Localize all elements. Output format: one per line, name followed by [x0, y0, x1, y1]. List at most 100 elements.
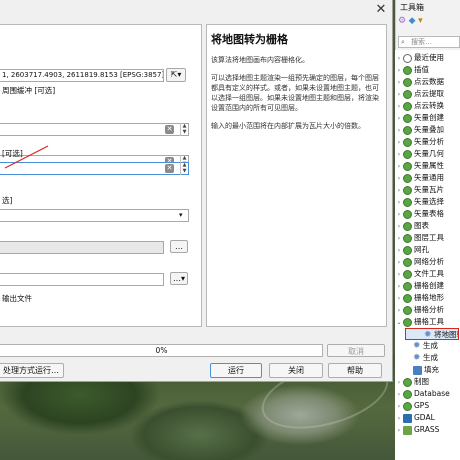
buffer-input[interactable]	[0, 123, 189, 136]
help-button[interactable]: 帮助	[328, 363, 382, 378]
toolbox-group[interactable]: › 矢量选择	[395, 196, 460, 208]
clear-icon[interactable]: ✕	[165, 164, 174, 173]
grid-icon	[413, 365, 422, 375]
chevron-right-icon[interactable]: ›	[395, 377, 403, 388]
extent-select-button[interactable]: ⇱▾	[166, 68, 186, 82]
chevron-right-icon[interactable]: ›	[395, 137, 403, 148]
toolbox-group[interactable]: › 点云提取	[395, 88, 460, 100]
chevron-right-icon[interactable]: ›	[395, 185, 403, 196]
toolbox-group[interactable]: › 图表	[395, 220, 460, 232]
chevron-right-icon[interactable]: ›	[395, 389, 403, 400]
qgis-provider-icon	[403, 113, 412, 123]
models-icon[interactable]: ▾	[418, 16, 423, 26]
batch-process-button[interactable]: 处理方式运行…	[0, 363, 64, 378]
toolbox-item-label: 矢量叠加	[414, 125, 444, 134]
toolbox-item-label: 图层工具	[414, 233, 444, 242]
toolbox-group[interactable]: › GDAL	[395, 412, 460, 424]
chevron-right-icon[interactable]: ›	[395, 53, 403, 64]
extent-field[interactable]: 1, 2603717.4903, 2611819.8153 [EPSG:3857…	[0, 69, 164, 82]
close-button[interactable]: 关闭	[269, 363, 323, 378]
toolbox-group[interactable]: › 矢量瓦片	[395, 184, 460, 196]
chevron-right-icon[interactable]: ›	[395, 293, 403, 304]
toolbox-search[interactable]: ⌕ 搜索…	[398, 36, 460, 48]
qgis-provider-icon	[403, 161, 412, 171]
chevron-right-icon[interactable]: ›	[395, 221, 403, 232]
toolbox-group[interactable]: › 点云数据	[395, 76, 460, 88]
toolbox-group[interactable]: › GRASS	[395, 424, 460, 436]
chevron-right-icon[interactable]: ›	[395, 425, 403, 436]
buffer-spinner[interactable]: ▲ ▼	[180, 123, 188, 136]
algorithm-item[interactable]: ✹将地图转为栅格	[405, 328, 459, 340]
toolbox-group[interactable]: › 矢量表格	[395, 208, 460, 220]
toolbox-item-label: 矢量表格	[414, 209, 444, 218]
output-browse-button[interactable]: …▾	[170, 272, 188, 285]
toolbox-group[interactable]: › 文件工具	[395, 268, 460, 280]
toolbox-group[interactable]: › 插值	[395, 64, 460, 76]
chevron-right-icon[interactable]: ›	[395, 269, 403, 280]
chevron-down-icon[interactable]: ⌄	[395, 317, 403, 328]
chevron-right-icon[interactable]: ›	[395, 413, 403, 424]
chevron-right-icon[interactable]: ›	[395, 77, 403, 88]
toolbox-group[interactable]: ⌄ 栅格工具	[395, 316, 460, 328]
chevron-right-icon[interactable]: ›	[395, 197, 403, 208]
toolbox-group[interactable]: › Database	[395, 388, 460, 400]
map-units-spinner[interactable]: ▲ ▼	[180, 162, 188, 175]
chevron-right-icon[interactable]: ›	[395, 113, 403, 124]
chevron-right-icon[interactable]: ›	[395, 401, 403, 412]
chevron-right-icon[interactable]: ›	[395, 125, 403, 136]
algorithm-item[interactable]: ✹ 生成	[395, 352, 460, 364]
toolbox-item-label: 矢量属性	[414, 161, 444, 170]
layers-browse-button[interactable]: …	[170, 240, 188, 253]
algorithm-item[interactable]: 填充	[395, 364, 460, 376]
cancel-button[interactable]: 取消	[327, 344, 385, 357]
qgis-provider-icon	[403, 149, 412, 159]
clear-icon[interactable]: ✕	[165, 125, 174, 134]
close-icon[interactable]: ✕	[374, 3, 388, 17]
settings-icon[interactable]: ⚙	[398, 16, 406, 26]
run-button[interactable]: 运行	[210, 363, 262, 378]
chevron-right-icon[interactable]: ›	[395, 89, 403, 100]
output-path-field[interactable]	[0, 273, 164, 286]
toolbox-group[interactable]: › 栅格创建	[395, 280, 460, 292]
toolbox-group[interactable]: › 矢量创建	[395, 112, 460, 124]
layers-field[interactable]	[0, 241, 164, 254]
toolbox-group[interactable]: › 矢量通用	[395, 172, 460, 184]
chevron-right-icon[interactable]: ›	[395, 233, 403, 244]
toolbox-group[interactable]: › GPS	[395, 400, 460, 412]
toolbox-group[interactable]: › 矢量属性	[395, 160, 460, 172]
toolbox-group[interactable]: › 制图	[395, 376, 460, 388]
toolbox-group[interactable]: › 网络分析	[395, 256, 460, 268]
toolbox-item-label: 栅格分析	[414, 305, 444, 314]
search-placeholder: 搜索…	[411, 38, 432, 46]
qgis-provider-icon	[403, 65, 412, 75]
chevron-right-icon[interactable]: ›	[395, 161, 403, 172]
open-output-label: 输出文件	[2, 294, 32, 303]
python-icon[interactable]: ◆	[409, 16, 416, 26]
chevron-right-icon[interactable]: ›	[395, 281, 403, 292]
help-paragraph: 输入的最小范围将在内部扩展为瓦片大小的倍数。	[211, 122, 365, 130]
map-theme-select[interactable]	[0, 209, 189, 222]
toolbox-group[interactable]: › 矢量叠加	[395, 124, 460, 136]
progress-bar: 0%	[0, 344, 323, 357]
algorithm-item[interactable]: ✹ 生成	[395, 340, 460, 352]
chevron-right-icon[interactable]: ›	[395, 305, 403, 316]
toolbox-group[interactable]: › 矢量分析	[395, 136, 460, 148]
toolbox-group[interactable]: › 最近使用	[395, 52, 460, 64]
toolbox-group[interactable]: › 栅格分析	[395, 304, 460, 316]
toolbox-group[interactable]: › 栅格地形	[395, 292, 460, 304]
chevron-right-icon[interactable]: ›	[395, 257, 403, 268]
toolbox-group[interactable]: › 图层工具	[395, 232, 460, 244]
toolbox-toolbar: ⚙ ◆ ▾	[398, 16, 458, 30]
toolbox-group[interactable]: › 网孔	[395, 244, 460, 256]
chevron-right-icon[interactable]: ›	[395, 101, 403, 112]
qgis-provider-icon	[403, 125, 412, 135]
chevron-right-icon[interactable]: ›	[395, 149, 403, 160]
chevron-right-icon[interactable]: ›	[395, 65, 403, 76]
chevron-right-icon[interactable]: ›	[395, 173, 403, 184]
toolbox-group[interactable]: › 点云转换	[395, 100, 460, 112]
chevron-right-icon[interactable]: ›	[395, 245, 403, 256]
help-panel: 将地图转为栅格 该算法将地图画布内容栅格化。 可以选择地图主题渲染一组预先确定的…	[206, 24, 387, 327]
toolbox-group[interactable]: › 矢量几何	[395, 148, 460, 160]
toolbox-item-label: 图表	[414, 221, 429, 230]
chevron-right-icon[interactable]: ›	[395, 209, 403, 220]
